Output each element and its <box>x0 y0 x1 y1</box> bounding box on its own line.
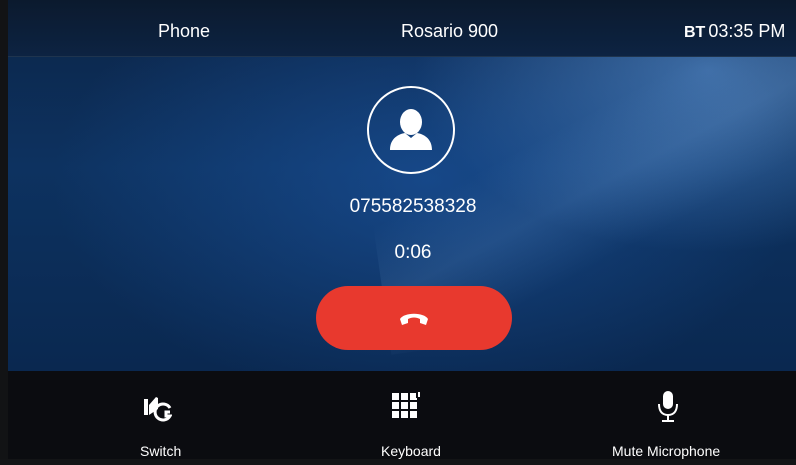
keypad-icon <box>392 391 423 418</box>
phone-call-screen: Phone Rosario 900 BT 03:35 PM 07558253832… <box>0 0 796 465</box>
contact-avatar <box>367 86 455 174</box>
person-icon <box>390 109 432 150</box>
caller-phone-number: 075582538328 <box>349 196 477 217</box>
screen-bezel-bottom <box>0 459 796 465</box>
keyboard-button[interactable]: Keyboard <box>370 371 460 459</box>
switch-audio-icon <box>144 397 172 422</box>
status-app-name[interactable]: Phone <box>158 21 210 42</box>
status-station-title: Rosario 900 <box>401 21 499 41</box>
mute-microphone-label: Mute Microphone <box>612 443 721 459</box>
microphone-icon <box>658 391 678 422</box>
switch-button[interactable]: Switch <box>118 371 208 459</box>
status-bar: Phone Rosario 900 BT 03:35 PM <box>8 0 796 57</box>
call-duration: 0:06 <box>394 242 432 263</box>
call-action-bar: Switch Keyboard Mute Microphone <box>8 371 796 459</box>
status-time: 03:35 <box>708 21 754 41</box>
switch-label: Switch <box>140 443 182 459</box>
end-call-button[interactable] <box>316 286 512 350</box>
bluetooth-label: BT <box>684 24 706 41</box>
status-ampm: PM <box>758 21 786 41</box>
screen-bezel-left <box>0 0 8 465</box>
status-clock-group: BT 03:35 PM <box>684 21 785 42</box>
mute-microphone-button[interactable]: Mute Microphone <box>604 371 744 459</box>
phone-hangup-icon <box>400 313 428 325</box>
keyboard-label: Keyboard <box>381 443 441 459</box>
